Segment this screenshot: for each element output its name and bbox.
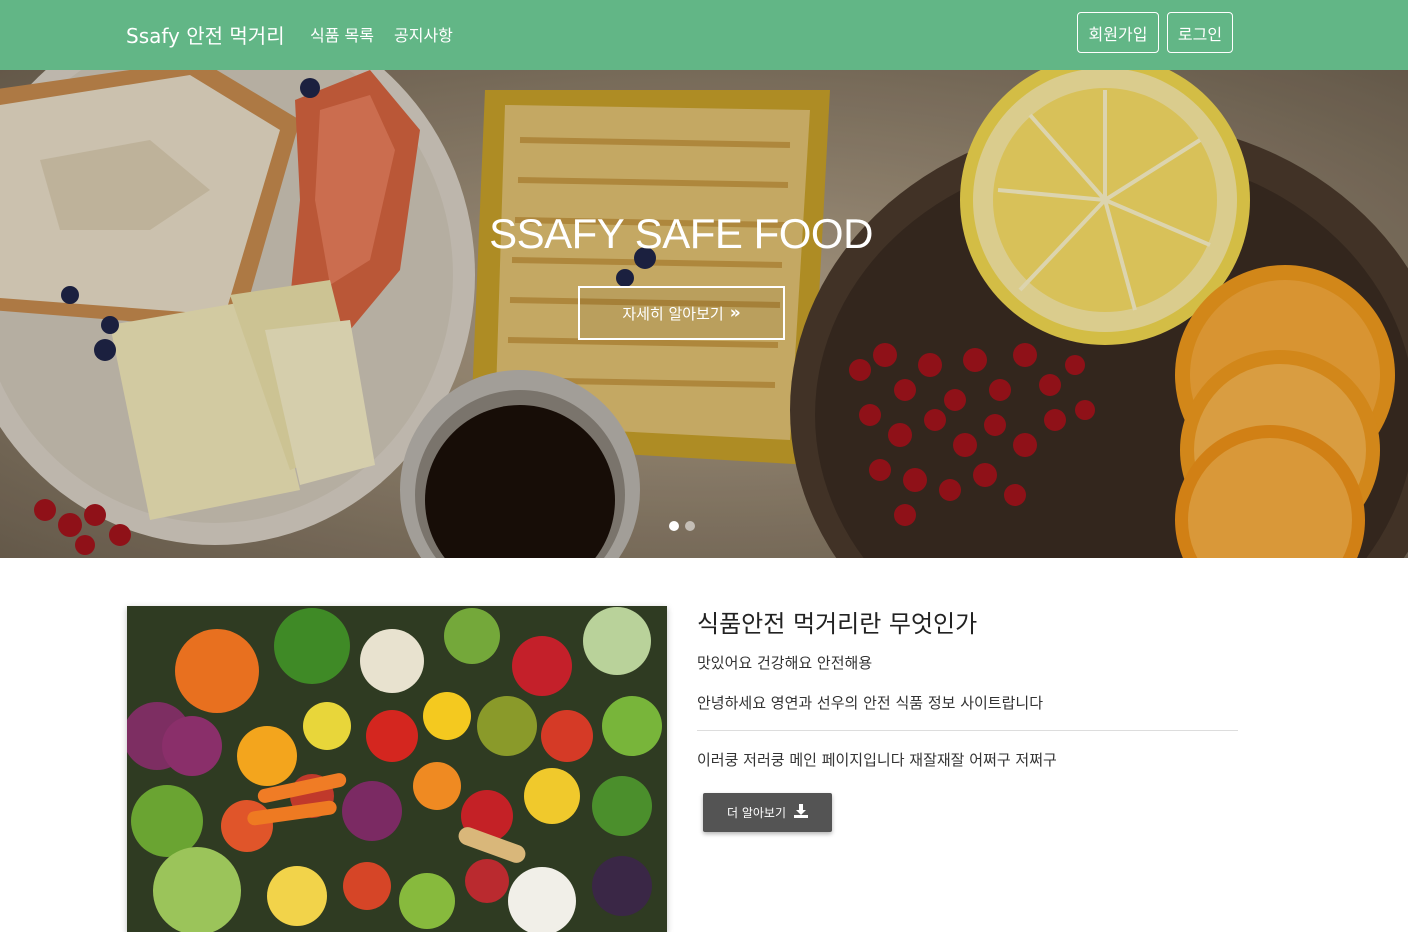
hero-button-label: 자세히 알아보기	[622, 304, 724, 323]
learn-more-hero-button[interactable]: 자세히 알아보기 »	[578, 286, 785, 340]
about-paragraph-2: 안녕하세요 영연과 선우의 안전 식품 정보 사이트랍니다	[697, 694, 1044, 712]
learn-more-button-label: 더 알아보기	[726, 806, 786, 820]
nav-link-notices[interactable]: 공지사항	[394, 22, 453, 46]
download-icon	[794, 804, 808, 821]
about-title: 식품안전 먹거리란 무엇인가	[697, 610, 978, 638]
vegetables-image	[127, 606, 667, 932]
login-button[interactable]: 로그인	[1167, 12, 1233, 53]
hero-title: SSAFY SAFE FOOD	[489, 210, 873, 257]
signup-button[interactable]: 회원가입	[1077, 12, 1159, 53]
about-paragraph-1: 맛있어요 건강해요 안전해용	[697, 654, 873, 672]
nav-link-food-list[interactable]: 식품 목록	[310, 22, 374, 46]
carousel-indicator-2[interactable]	[685, 521, 695, 531]
carousel-indicator-1[interactable]	[669, 521, 679, 531]
learn-more-button[interactable]: 더 알아보기	[703, 793, 832, 832]
navbar: Ssafy 안전 먹거리 식품 목록 공지사항 회원가입 로그인	[0, 0, 1408, 70]
about-divider	[697, 730, 1238, 731]
brand-logo[interactable]: Ssafy 안전 먹거리	[126, 20, 285, 49]
double-chevron-right-icon: »	[729, 303, 741, 323]
hero-carousel: SSAFY SAFE FOOD 자세히 알아보기 »	[0, 70, 1408, 558]
about-paragraph-3: 이러쿵 저러쿵 메인 페이지입니다 재잘재잘 어쩌구 저쩌구	[697, 751, 1057, 769]
